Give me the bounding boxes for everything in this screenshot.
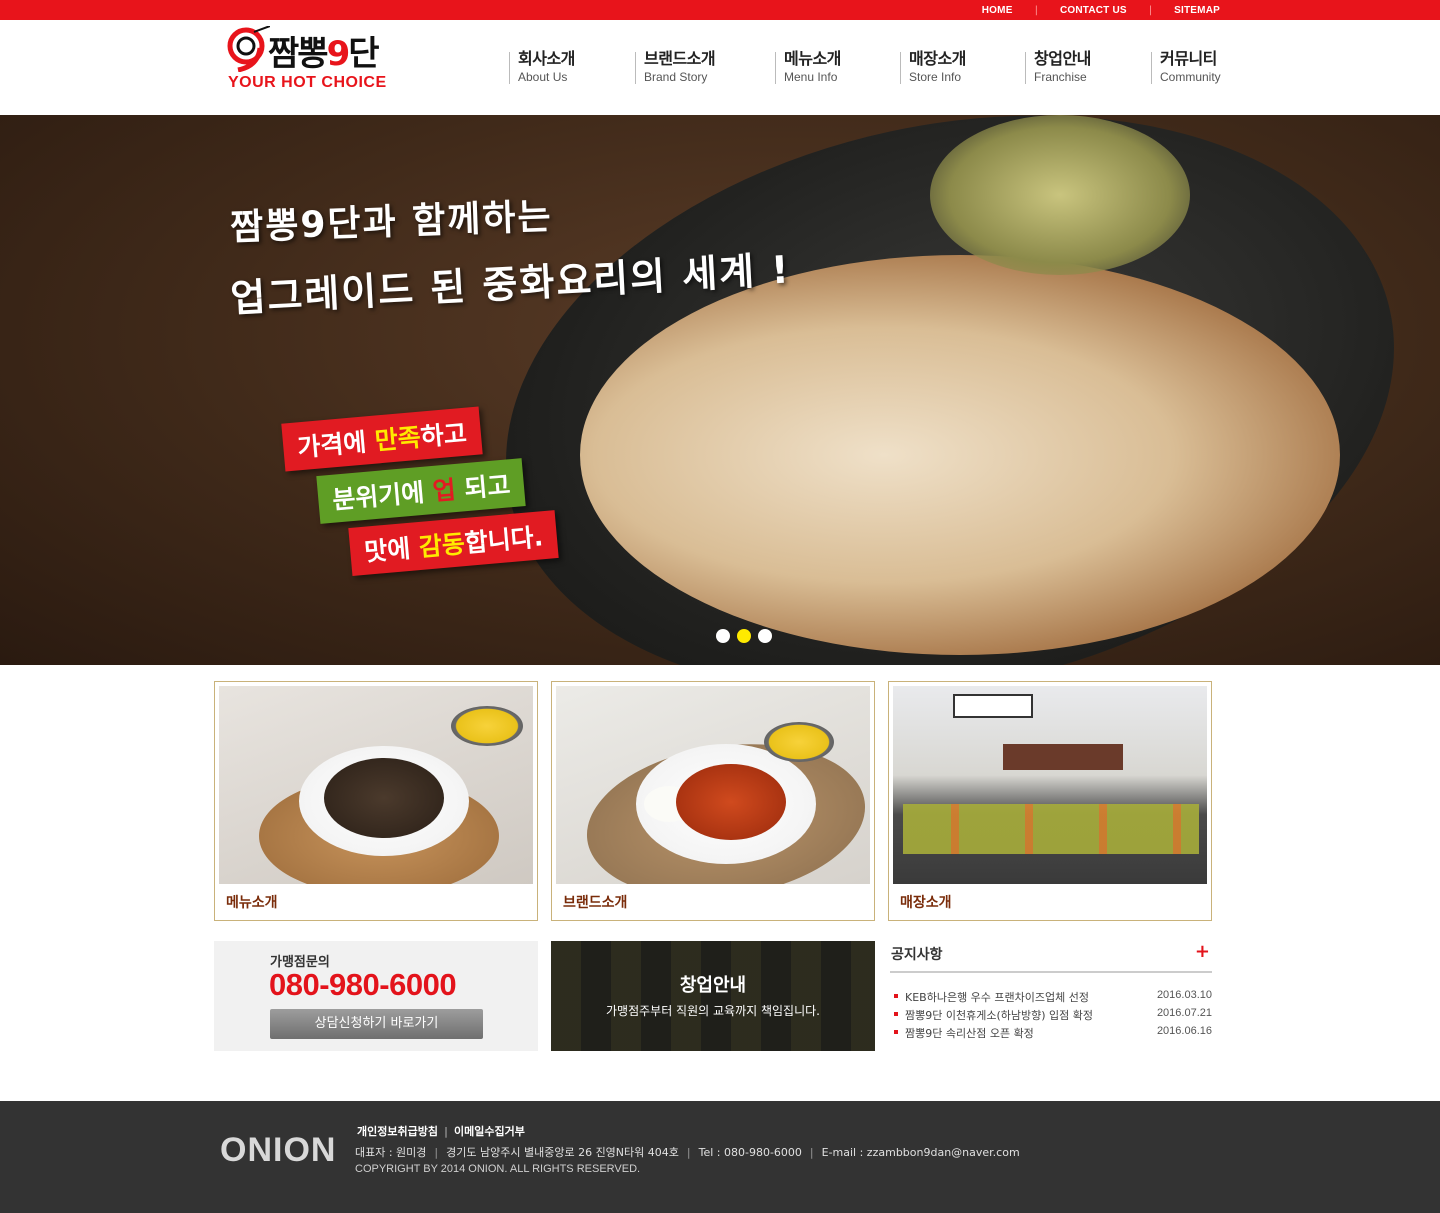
- hero-slider: 짬뽕9단과 함께하는 업그레이드 된 중화요리의 세계 ! 가격에 만족하고 분…: [0, 115, 1440, 665]
- ceiling-lamp: [953, 694, 1033, 718]
- nav-divider: [1025, 52, 1026, 84]
- contact-us-link[interactable]: CONTACT US: [1060, 5, 1127, 16]
- bullet-icon: [894, 1012, 898, 1016]
- nav-item-store[interactable]: 매장소개 Store Info: [900, 50, 966, 86]
- menu-board: [1003, 744, 1123, 770]
- footer-logo: ONION: [220, 1131, 337, 1169]
- notice-item[interactable]: 짬뽕9단 속리산점 오픈 확정 2016.06.16: [894, 1025, 1212, 1043]
- card-label: 매장소개: [900, 895, 952, 911]
- spicy-dish: [676, 764, 786, 840]
- nav-divider: [775, 52, 776, 84]
- franchise-inquiry-box: 가맹점문의 080-980-6000 상담신청하기 바로가기: [214, 941, 538, 1051]
- brand-tagline: YOUR HOT CHOICE: [228, 74, 387, 91]
- card-label: 메뉴소개: [226, 895, 278, 911]
- notice-item[interactable]: 짬뽕9단 이천휴게소(하남방향) 입점 확정 2016.07.21: [894, 1007, 1212, 1025]
- hero-food-image: [580, 255, 1340, 655]
- franchise-subtitle: 가맹점주부터 직원의 교육까지 책임집니다.: [606, 1004, 820, 1018]
- divider: |: [1148, 4, 1153, 16]
- noodle-nine-logo-icon: [227, 26, 270, 72]
- copyright: COPYRIGHT BY 2014 ONION. ALL RIGHTS RESE…: [355, 1163, 641, 1175]
- brand-story-card[interactable]: 브랜드소개: [551, 681, 875, 921]
- card-label: 브랜드소개: [563, 895, 628, 911]
- nav-item-franchise[interactable]: 창업안내 Franchise: [1025, 50, 1091, 86]
- nav-item-about[interactable]: 회사소개 About Us: [509, 50, 575, 86]
- store-interior-image: [893, 686, 1207, 884]
- nav-divider: [509, 52, 510, 84]
- pickled-radish-bowl: [764, 722, 834, 762]
- inquiry-phone: 080-980-6000: [269, 967, 457, 1002]
- site-logo[interactable]: 짬뽕9단 YOUR HOT CHOICE: [224, 24, 404, 94]
- bullet-icon: [894, 1030, 898, 1034]
- pickled-radish-bowl: [451, 706, 523, 746]
- header: 짬뽕9단 YOUR HOT CHOICE 회사소개 About Us 브랜드소개 B…: [0, 20, 1440, 115]
- consult-request-button[interactable]: 상담신청하기 바로가기: [270, 1009, 483, 1039]
- noodle-dish: [324, 758, 444, 838]
- privacy-policy-link[interactable]: 개인정보취급방침: [357, 1125, 438, 1138]
- sitemap-link[interactable]: SITEMAP: [1174, 5, 1220, 16]
- notice-board: 공지사항 + KEB하나은행 우수 프랜차이즈업체 선정 2016.03.10 짬…: [890, 941, 1212, 1051]
- store-info-card[interactable]: 매장소개: [888, 681, 1212, 921]
- nav-item-menu[interactable]: 메뉴소개 Menu Info: [775, 50, 841, 86]
- nav-item-community[interactable]: 커뮤니티 Community: [1151, 50, 1221, 86]
- menu-info-card[interactable]: 메뉴소개: [214, 681, 538, 921]
- hero-badge-mood: 분위기에 업 되고: [316, 458, 527, 524]
- spicy-rice-dish-image: [556, 686, 870, 884]
- slide-dot-2[interactable]: [737, 629, 751, 643]
- divider: |: [1034, 4, 1038, 16]
- nav-divider: [1151, 52, 1152, 84]
- slide-dot-3[interactable]: [758, 629, 772, 643]
- slider-pagination: [716, 629, 772, 643]
- jjajang-dish-image: [219, 686, 533, 884]
- notice-title: 공지사항: [891, 947, 943, 963]
- notice-item[interactable]: KEB하나은행 우수 프랜차이즈업체 선정 2016.03.10: [894, 989, 1212, 1007]
- footer-links: 개인정보취급방침 | 이메일수집거부: [357, 1123, 525, 1139]
- slide-dot-1[interactable]: [716, 629, 730, 643]
- nav-item-brand[interactable]: 브랜드소개 Brand Story: [635, 50, 716, 86]
- footer: ONION 개인정보취급방침 | 이메일수집거부 대표자 : 원미경 | 경기도 남양주…: [0, 1101, 1440, 1213]
- notice-list: KEB하나은행 우수 프랜차이즈업체 선정 2016.03.10 짬뽕9단 이천휴…: [894, 989, 1212, 1043]
- utility-links: HOME | CONTACT US | SITEMAP: [982, 0, 1220, 20]
- company-info: 대표자 : 원미경 | 경기도 남양주시 별내중앙로 26 진영N타워 404호 | T…: [355, 1146, 1020, 1159]
- franchise-title: 창업안내: [679, 975, 747, 996]
- hero-badge-price: 가격에 만족하고: [281, 406, 483, 472]
- divider: |: [443, 1125, 448, 1138]
- email-refusal-link[interactable]: 이메일수집거부: [454, 1125, 525, 1138]
- home-link[interactable]: HOME: [982, 5, 1013, 16]
- franchise-banner[interactable]: 창업안내 가맹점주부터 직원의 교육까지 책임집니다.: [551, 941, 875, 1051]
- nav-divider: [635, 52, 636, 84]
- dining-tables: [903, 804, 1199, 854]
- top-utility-bar: HOME | CONTACT US | SITEMAP: [0, 0, 1440, 20]
- notice-more-plus-icon[interactable]: +: [1195, 941, 1210, 962]
- brand-name: 짬뽕9단: [268, 34, 380, 74]
- hero-headline: 짬뽕9단과 함께하는: [229, 196, 554, 249]
- bullet-icon: [894, 994, 898, 998]
- nav-divider: [900, 52, 901, 84]
- notice-divider: [890, 971, 1212, 973]
- hero-garnish-image: [930, 115, 1190, 275]
- hero-badge-taste: 맛에 감동합니다.: [348, 510, 559, 576]
